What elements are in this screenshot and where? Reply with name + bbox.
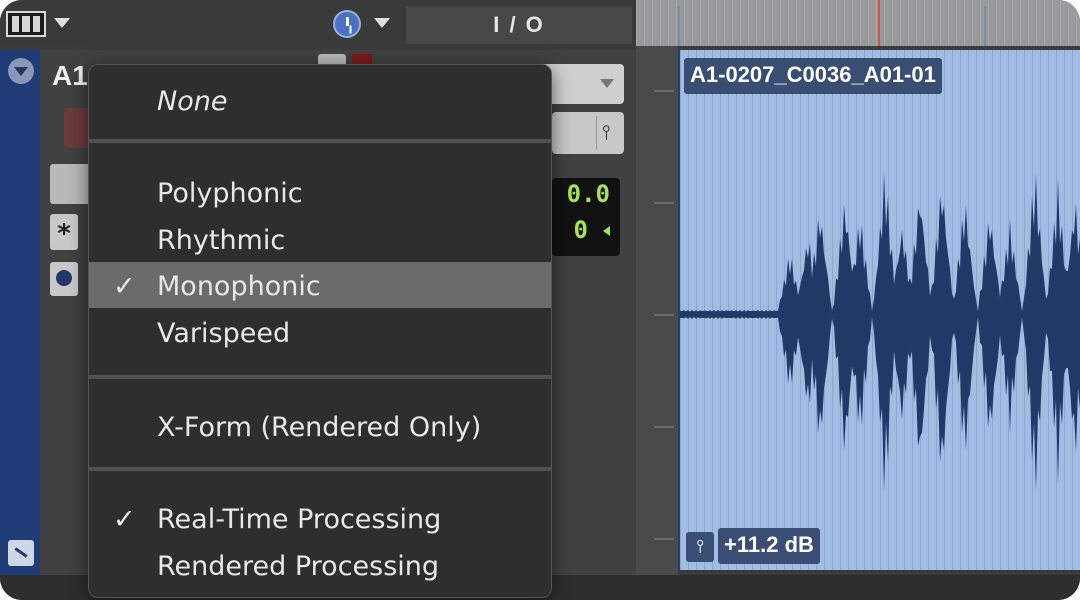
pro-tools-window: I / O A1 * t ⫯ 0.0 0 A1-0207_C0036_A01-0… — [0, 0, 1080, 600]
checkmark-icon: ✓ — [113, 271, 136, 302]
menu-item-polyphonic[interactable]: Polyphonic — [89, 169, 551, 215]
menu-item-label: Real-Time Processing — [157, 504, 442, 535]
menu-item-label: Varispeed — [157, 317, 291, 349]
track-name[interactable]: A1 — [52, 60, 88, 92]
ruler-marker — [984, 6, 986, 46]
io-column-header: I / O — [406, 6, 632, 44]
elastic-audio-menu: None Polyphonic Rhythmic ✓ Monophonic Varispe… — [88, 64, 552, 598]
menu-item-real-time-processing[interactable]: ✓ Real-Time Processing — [89, 495, 551, 541]
column-view-icon[interactable] — [6, 11, 46, 37]
menu-item-label: X-Form (Rendered Only) — [157, 412, 482, 443]
menu-item-none[interactable]: None — [89, 77, 551, 123]
audio-waveform — [680, 172, 1080, 492]
menu-item-rendered-processing[interactable]: Rendered Processing — [89, 542, 551, 588]
divider — [596, 116, 597, 150]
timebase-clock-icon[interactable] — [333, 10, 361, 38]
gutter-tick — [654, 426, 674, 428]
menu-separator — [89, 375, 551, 379]
track-collapse-chevron-icon[interactable] — [8, 58, 34, 84]
menu-item-label: Monophonic — [157, 271, 321, 302]
ruler-marker — [678, 6, 680, 46]
checkmark-icon: ✓ — [113, 504, 136, 535]
track-timebase-icon[interactable] — [50, 262, 78, 296]
menu-item-x-form-rendered-only[interactable]: X-Form (Rendered Only) — [89, 403, 551, 449]
chevron-down-icon — [600, 79, 614, 88]
view-menu-chevron-down-icon[interactable] — [54, 18, 70, 28]
pan-value[interactable]: 0 — [574, 216, 588, 244]
menu-item-label: Rendered Processing — [157, 550, 440, 582]
menu-separator — [89, 139, 551, 143]
menu-item-monophonic[interactable]: ✓ Monophonic — [89, 262, 551, 308]
volume-fader-button[interactable]: ⫯ — [552, 112, 624, 154]
playhead-cursor[interactable] — [878, 0, 880, 46]
pan-left-icon — [603, 226, 610, 236]
menu-item-rhythmic[interactable]: Rhythmic — [89, 216, 551, 262]
track-color-strip — [0, 50, 40, 575]
timeline-ruler[interactable] — [636, 0, 1080, 46]
gutter-tick — [654, 202, 674, 204]
timebase-chevron-down-icon[interactable] — [374, 18, 390, 28]
link-icon[interactable] — [8, 540, 34, 566]
track-header-bar: I / O — [0, 0, 636, 46]
menu-item-label: Rhythmic — [157, 224, 286, 256]
menu-item-label: None — [157, 86, 228, 117]
volume-value[interactable]: 0.0 — [567, 180, 610, 208]
io-selector[interactable]: t — [540, 64, 624, 104]
clip-name-label[interactable]: A1-0207_C0036_A01-01 — [684, 58, 942, 94]
gutter-tick — [654, 90, 674, 92]
gutter-tick — [654, 538, 674, 540]
timeline-gutter — [636, 46, 678, 575]
volume-pan-readout: 0.0 0 — [552, 178, 620, 256]
clip-gain-label[interactable]: +11.2 dB — [718, 528, 820, 564]
menu-item-label: Polyphonic — [157, 178, 303, 209]
asterisk-button[interactable]: * — [50, 214, 78, 250]
menu-item-varispeed[interactable]: Varispeed — [89, 309, 551, 355]
clip-gain-fader-icon[interactable]: ⫯ — [686, 532, 714, 562]
gutter-tick — [654, 314, 674, 316]
menu-separator — [89, 467, 551, 471]
fader-icon: ⫯ — [602, 120, 611, 144]
